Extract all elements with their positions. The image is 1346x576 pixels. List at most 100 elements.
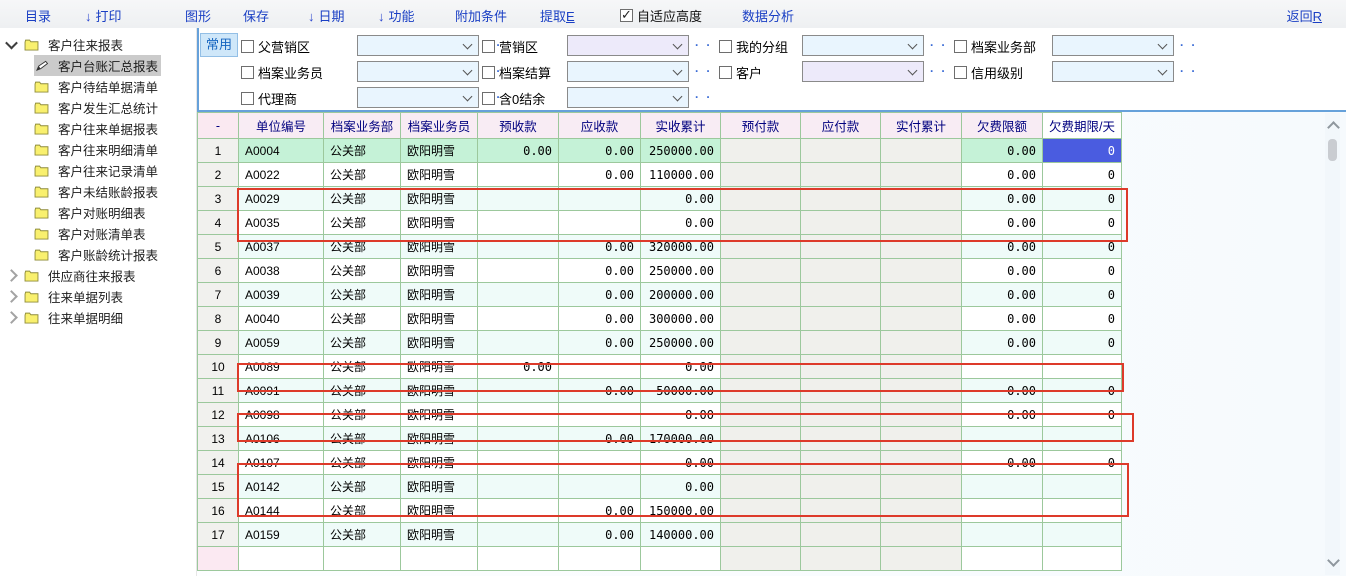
cell-archive-clerk[interactable]: 欧阳明雪 [401, 379, 478, 403]
cell-row-number[interactable]: 5 [198, 235, 239, 259]
cell-payable[interactable] [801, 331, 881, 355]
cell-pre-payment[interactable] [721, 499, 801, 523]
filter-dropdown-0-1[interactable] [567, 35, 689, 56]
checkbox-icon[interactable] [482, 66, 495, 79]
cell-credit-limit[interactable]: 0.00 [962, 139, 1043, 163]
tree-item-12[interactable]: 往来单据列表 [0, 286, 196, 307]
cell-paid-total[interactable] [881, 331, 962, 355]
cell-credit-limit[interactable]: 0.00 [962, 379, 1043, 403]
cell-credit-limit[interactable] [962, 523, 1043, 547]
cell-archive-clerk[interactable]: 欧阳明雪 [401, 283, 478, 307]
toolbar-item-graph[interactable]: 图形 [185, 6, 211, 25]
cell-pre-payment[interactable] [721, 331, 801, 355]
filter-browse-dots[interactable]: · · [1180, 64, 1197, 78]
cell-archive-dept[interactable]: 公关部 [324, 187, 401, 211]
cell-paid-total[interactable] [881, 499, 962, 523]
checkbox-icon[interactable] [954, 66, 967, 79]
cell-archive-clerk[interactable]: 欧阳明雪 [401, 163, 478, 187]
cell-unit-code[interactable]: A0038 [239, 259, 324, 283]
cell-payable[interactable] [801, 547, 881, 571]
cell-archive-dept[interactable]: 公关部 [324, 259, 401, 283]
chevron-right-icon[interactable] [5, 311, 18, 324]
toolbar-item-print[interactable]: ↓打印 [85, 6, 122, 25]
cell-receivable[interactable]: 0.00 [559, 379, 641, 403]
filter-dropdown-0-0[interactable] [357, 35, 479, 56]
cell-receivable[interactable]: 0.00 [559, 259, 641, 283]
cell-received-total[interactable]: 140000.00 [641, 523, 721, 547]
cell-archive-dept[interactable]: 公关部 [324, 163, 401, 187]
cell-archive-clerk[interactable]: 欧阳明雪 [401, 211, 478, 235]
cell-pre-receipt[interactable] [478, 283, 559, 307]
cell-receivable[interactable] [559, 211, 641, 235]
cell-received-total[interactable]: 250000.00 [641, 331, 721, 355]
cell-pre-receipt[interactable] [478, 379, 559, 403]
cell-overdue-days[interactable] [1043, 427, 1122, 451]
cell-pre-payment[interactable] [721, 307, 801, 331]
cell-archive-clerk[interactable]: 欧阳明雪 [401, 235, 478, 259]
cell-archive-clerk[interactable]: 欧阳明雪 [401, 427, 478, 451]
cell-paid-total[interactable] [881, 139, 962, 163]
cell-pre-receipt[interactable] [478, 499, 559, 523]
cell-row-number[interactable]: 10 [198, 355, 239, 379]
cell-row-number[interactable]: 16 [198, 499, 239, 523]
cell-pre-payment[interactable] [721, 427, 801, 451]
cell-archive-dept[interactable]: 公关部 [324, 355, 401, 379]
cell-archive-dept[interactable]: 公关部 [324, 307, 401, 331]
cell-pre-receipt[interactable] [478, 547, 559, 571]
toolbar-item-directory[interactable]: 目录 [25, 6, 51, 25]
tree-item-0[interactable]: 客户往来报表 [0, 34, 196, 55]
cell-payable[interactable] [801, 379, 881, 403]
cell-pre-payment[interactable] [721, 547, 801, 571]
cell-pre-receipt[interactable] [478, 235, 559, 259]
cell-pre-payment[interactable] [721, 523, 801, 547]
cell-unit-code[interactable]: A0107 [239, 451, 324, 475]
cell-received-total[interactable]: 0.00 [641, 187, 721, 211]
cell-row-number[interactable]: 3 [198, 187, 239, 211]
tree-item-7[interactable]: 客户未结账龄报表 [0, 181, 196, 202]
cell-paid-total[interactable] [881, 355, 962, 379]
column-header-pre-payment[interactable]: 预付款 [721, 113, 801, 139]
column-header-paid-total[interactable]: 实付累计 [881, 113, 962, 139]
cell-archive-dept[interactable]: 公关部 [324, 379, 401, 403]
checkbox-icon[interactable] [241, 66, 254, 79]
cell-row-number[interactable]: 17 [198, 523, 239, 547]
cell-pre-payment[interactable] [721, 451, 801, 475]
cell-credit-limit[interactable]: 0.00 [962, 187, 1043, 211]
chevron-down-icon[interactable] [5, 37, 18, 50]
cell-overdue-days[interactable]: 0 [1043, 307, 1122, 331]
data-analysis-button[interactable]: 数据分析 [742, 6, 794, 25]
autofit-height-toggle[interactable]: 自适应高度 [620, 6, 702, 25]
cell-paid-total[interactable] [881, 259, 962, 283]
cell-paid-total[interactable] [881, 475, 962, 499]
cell-paid-total[interactable] [881, 283, 962, 307]
cell-payable[interactable] [801, 211, 881, 235]
cell-archive-clerk[interactable]: 欧阳明雪 [401, 259, 478, 283]
cell-paid-total[interactable] [881, 451, 962, 475]
cell-paid-total[interactable] [881, 187, 962, 211]
cell-payable[interactable] [801, 451, 881, 475]
cell-overdue-days[interactable]: 0 [1043, 163, 1122, 187]
cell-pre-payment[interactable] [721, 163, 801, 187]
cell-credit-limit[interactable] [962, 427, 1043, 451]
cell-pre-payment[interactable] [721, 475, 801, 499]
cell-payable[interactable] [801, 163, 881, 187]
cell-row-number[interactable]: 2 [198, 163, 239, 187]
cell-pre-payment[interactable] [721, 355, 801, 379]
filter-dropdown-1-2[interactable] [802, 61, 924, 82]
cell-paid-total[interactable] [881, 379, 962, 403]
cell-received-total[interactable]: 250000.00 [641, 139, 721, 163]
cell-received-total[interactable]: 320000.00 [641, 235, 721, 259]
vertical-scrollbar[interactable] [1325, 113, 1340, 575]
cell-unit-code[interactable]: A0059 [239, 331, 324, 355]
cell-pre-payment[interactable] [721, 211, 801, 235]
cell-archive-clerk[interactable]: 欧阳明雪 [401, 139, 478, 163]
cell-pre-receipt[interactable] [478, 331, 559, 355]
cell-pre-receipt[interactable] [478, 259, 559, 283]
cell-unit-code[interactable]: A0037 [239, 235, 324, 259]
cell-unit-code[interactable]: A0040 [239, 307, 324, 331]
cell-row-number[interactable] [198, 547, 239, 571]
cell-payable[interactable] [801, 355, 881, 379]
cell-paid-total[interactable] [881, 235, 962, 259]
cell-received-total[interactable]: 300000.00 [641, 307, 721, 331]
cell-payable[interactable] [801, 139, 881, 163]
